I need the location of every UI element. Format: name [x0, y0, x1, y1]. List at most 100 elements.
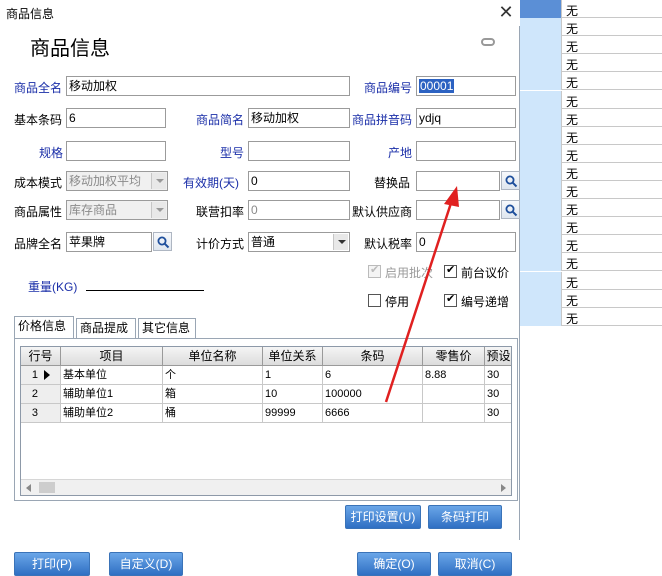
batch-label: 启用批次	[385, 266, 433, 280]
link-icon[interactable]	[481, 38, 495, 46]
cost-mode-select: 移动加权平均	[66, 171, 168, 191]
price-grid[interactable]: 行号 项目 单位名称 单位关系 条码 零售价 预设 1 基本单位个 1 6 8.88 30 2 辅助单位1 箱…	[20, 346, 512, 496]
grid-cell[interactable]: 6666	[323, 404, 423, 423]
background-list-cell	[520, 72, 562, 91]
grid-cell[interactable]: 99999	[263, 404, 323, 423]
grid-cell[interactable]: 桶	[163, 404, 263, 423]
search-icon	[157, 236, 170, 249]
tab-price-info[interactable]: 价格信息	[14, 316, 74, 338]
ok-button[interactable]: 确定(O)	[357, 552, 431, 576]
joint-rate-input: 0	[248, 200, 350, 220]
substitute-search-button[interactable]	[501, 171, 520, 190]
background-list-row: 无	[520, 235, 662, 254]
grid-cell[interactable]: 基本单位	[61, 366, 163, 385]
brand-label: 品牌全名	[14, 237, 63, 251]
background-list-row: 无	[520, 289, 662, 308]
code-value: 00001	[419, 79, 455, 93]
background-list-value: 无	[566, 76, 579, 91]
background-list-row: 无	[520, 144, 662, 163]
negotiate-checkbox[interactable]	[444, 263, 457, 278]
grid-cell[interactable]: 个	[163, 366, 263, 385]
code-input[interactable]: 00001	[416, 76, 516, 96]
supplier-search-button[interactable]	[501, 200, 520, 219]
grid-cell[interactable]	[423, 404, 485, 423]
pricing-value: 普通	[251, 235, 276, 249]
default-supplier-input[interactable]	[416, 200, 500, 220]
background-list-value: 无	[566, 94, 579, 109]
background-list: 无无无无无无无无无无无无无无无无无无	[520, 0, 662, 567]
tab-commission[interactable]: 商品提成	[76, 318, 136, 338]
background-list-value: 无	[566, 130, 579, 145]
current-row-indicator-icon	[41, 366, 61, 385]
pinyin-input[interactable]: ydjq	[416, 108, 516, 128]
brand-input[interactable]: 苹果牌	[66, 232, 152, 252]
horizontal-scrollbar[interactable]	[21, 479, 511, 495]
tax-rate-input[interactable]: 0	[416, 232, 516, 252]
background-list-cell	[520, 235, 562, 254]
spec-input[interactable]	[66, 141, 166, 161]
weight-input[interactable]	[86, 290, 204, 291]
attribute-value: 库存商品	[69, 203, 118, 217]
scroll-left-icon[interactable]	[26, 484, 31, 492]
grid-header-cell[interactable]: 单位关系	[263, 347, 323, 366]
background-list-cell	[520, 36, 562, 55]
scroll-thumb[interactable]	[39, 482, 55, 493]
auto-number-checkbox[interactable]	[444, 292, 457, 307]
background-list-row: 无	[520, 253, 662, 272]
background-list-row: 无	[520, 18, 662, 37]
grid-header-cell[interactable]: 预设	[485, 347, 511, 366]
close-icon[interactable]: ✕	[496, 2, 516, 22]
background-list-row: 无	[520, 271, 662, 290]
grid-cell[interactable]: 100000	[323, 385, 423, 404]
print-settings-button[interactable]: 打印设置(U)	[345, 505, 421, 529]
pricing-select[interactable]: 普通	[248, 232, 350, 252]
background-list-cell	[520, 253, 562, 272]
grid-cell[interactable]: 6	[323, 366, 423, 385]
grid-cell[interactable]: 箱	[163, 385, 263, 404]
print-button[interactable]: 打印(P)	[14, 552, 90, 576]
grid-cell[interactable]: 30	[485, 385, 511, 404]
grid-header-cell[interactable]: 单位名称	[163, 347, 263, 366]
grid-cell[interactable]: 辅助单位2	[61, 404, 163, 423]
weight-label: 重量(KG)	[28, 280, 78, 294]
grid-cell[interactable]: 30	[485, 404, 511, 423]
grid-cell[interactable]: 10	[263, 385, 323, 404]
title-bar: 商品信息 ✕	[0, 0, 520, 26]
code-label: 商品编号	[364, 81, 413, 95]
grid-cell[interactable]: 8.88	[423, 366, 485, 385]
background-list-value: 无	[566, 58, 579, 73]
background-list-value: 无	[566, 239, 579, 254]
model-label: 型号	[220, 146, 245, 160]
customize-button[interactable]: 自定义(D)	[109, 552, 183, 576]
short-name-input[interactable]: 移动加权	[248, 108, 350, 128]
search-icon	[505, 204, 518, 217]
background-list-value: 无	[566, 112, 579, 127]
grid-row-number[interactable]: 2	[21, 385, 61, 404]
grid-header-cell[interactable]: 行号	[21, 347, 61, 366]
tab-other-info[interactable]: 其它信息	[138, 318, 196, 338]
cancel-button[interactable]: 取消(C)	[438, 552, 512, 576]
origin-input[interactable]	[416, 141, 516, 161]
brand-search-button[interactable]	[153, 232, 172, 251]
grid-header-cell[interactable]: 条码	[323, 347, 423, 366]
grid-cell[interactable]: 辅助单位1	[61, 385, 163, 404]
background-list-value: 无	[566, 4, 579, 18]
grid-header-cell[interactable]: 项目	[61, 347, 163, 366]
grid-cell[interactable]	[423, 385, 485, 404]
barcode-print-button[interactable]: 条码打印	[428, 505, 502, 529]
full-name-input[interactable]: 移动加权	[66, 76, 350, 96]
grid-row-number[interactable]: 3	[21, 404, 61, 423]
background-list-value: 无	[566, 275, 579, 290]
model-input[interactable]	[248, 141, 350, 161]
pinyin-label: 商品拼音码	[352, 113, 413, 127]
disabled-checkbox[interactable]	[368, 294, 381, 307]
grid-cell[interactable]: 30	[485, 366, 511, 385]
shelf-life-input[interactable]: 0	[248, 171, 350, 191]
grid-cell[interactable]: 1	[263, 366, 323, 385]
barcode-input[interactable]: 6	[66, 108, 166, 128]
grid-header-cell[interactable]: 零售价	[423, 347, 485, 366]
substitute-input[interactable]	[416, 171, 500, 191]
chevron-down-icon[interactable]	[333, 234, 348, 250]
background-list-row: 无	[520, 54, 662, 73]
scroll-right-icon[interactable]	[501, 484, 506, 492]
